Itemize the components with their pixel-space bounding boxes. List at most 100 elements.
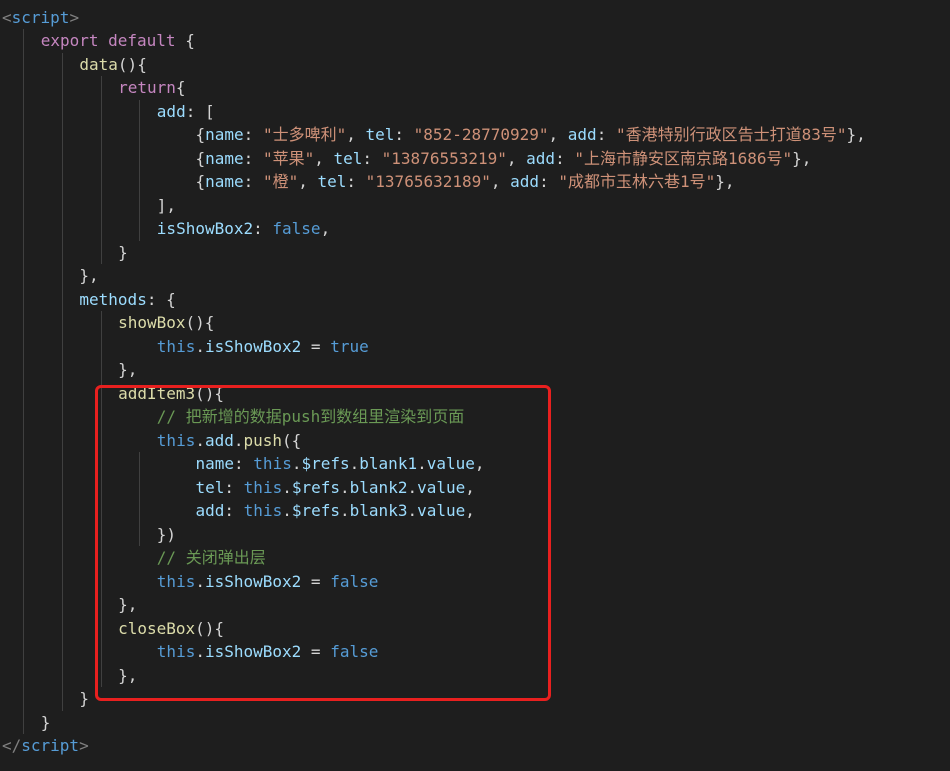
code-token: :: [346, 172, 366, 191]
code-token: }: [40, 712, 51, 732]
code-token: {: [175, 78, 186, 97]
code-token: : {: [146, 289, 176, 309]
highlight-box: [95, 385, 551, 701]
code-line: {name: "苹果", tel: "13876553219", add: "上…: [196, 147, 812, 171]
code-token: ,: [298, 172, 318, 191]
code-token: : [: [185, 101, 215, 121]
code-token: tel: [317, 172, 347, 191]
code-line: }: [79, 687, 89, 711]
code-token: ,: [506, 148, 527, 168]
code-token: script: [11, 7, 70, 27]
code-token: :: [243, 148, 263, 168]
code-token: =: [301, 336, 331, 356]
code-token: "上海市静安区南京路1686号": [574, 148, 793, 168]
code-line: }: [118, 241, 128, 265]
code-token: },: [846, 125, 866, 144]
code-token: :: [362, 148, 382, 168]
code-token: },: [79, 266, 99, 285]
code-token: :: [243, 172, 263, 191]
code-line: methods: {: [79, 288, 175, 312]
code-token: isShowBox2: [204, 336, 302, 356]
code-token: {: [195, 172, 206, 191]
code-token: ],: [156, 195, 177, 215]
code-token: name: [205, 172, 244, 191]
code-line: isShowBox2: false,: [157, 217, 330, 241]
code-token: },: [715, 172, 735, 191]
code-token: "13765632189": [365, 172, 491, 191]
code-line: export default {: [41, 29, 195, 53]
code-token: }: [79, 689, 90, 708]
code-token: this: [156, 336, 196, 356]
code-line: {name: "士多啤利", tel: "852-28770929", add:…: [196, 123, 866, 147]
code-token: {: [195, 148, 206, 168]
code-line: add: [: [157, 100, 215, 124]
code-token: :: [394, 125, 414, 144]
code-line: ],: [157, 194, 176, 218]
indent-guide: [100, 76, 102, 264]
code-token: "橙": [262, 172, 299, 191]
code-line: },: [118, 358, 137, 382]
code-line: this.isShowBox2 = true: [157, 335, 369, 359]
code-line: </script>: [2, 734, 89, 758]
code-token: tel: [333, 148, 363, 168]
indent-guide: [62, 52, 64, 711]
code-token: >: [69, 7, 80, 27]
code-editor[interactable]: <script> export default {data(){return{ad…: [0, 0, 950, 771]
code-line: {name: "橙", tel: "13765632189", add: "成都…: [196, 170, 735, 194]
code-token: >: [79, 736, 89, 755]
code-token: default: [108, 31, 176, 50]
code-token: ,: [314, 148, 334, 168]
code-token: methods: [79, 289, 147, 309]
code-token: <: [2, 7, 12, 27]
indent-guide: [139, 99, 141, 241]
code-token: add: [526, 148, 556, 168]
code-token: (){: [117, 54, 147, 74]
code-token: name: [205, 148, 244, 168]
code-token: :: [243, 125, 263, 144]
code-token: add: [510, 172, 540, 191]
code-token: </: [2, 736, 22, 755]
code-token: ,: [346, 125, 366, 144]
indent-guide: [23, 29, 25, 734]
code-token: :: [596, 125, 616, 144]
code-token: :: [539, 172, 559, 191]
code-token: name: [205, 125, 244, 144]
code-token: {: [195, 125, 206, 144]
code-token: }: [118, 242, 128, 262]
code-token: script: [21, 736, 80, 755]
code-token: ,: [320, 219, 331, 238]
code-line: return{: [118, 76, 185, 100]
code-token: add: [567, 125, 597, 144]
code-line: data(){: [79, 53, 146, 77]
code-token: "香港特别行政区告士打道83号": [615, 125, 847, 144]
code-token: :: [253, 219, 273, 238]
code-line: },: [79, 264, 98, 288]
code-token: showBox: [118, 313, 186, 332]
code-token: .: [195, 336, 205, 356]
code-token: "成都市玉林六巷1号": [558, 172, 716, 191]
indent-guide: [100, 311, 102, 382]
code-token: },: [792, 148, 812, 168]
code-token: (){: [185, 313, 215, 332]
code-token: data: [79, 54, 118, 74]
code-token: export: [40, 31, 99, 50]
code-token: "士多啤利": [262, 125, 347, 144]
code-token: isShowBox2: [156, 219, 254, 238]
code-line: <script>: [2, 6, 79, 30]
code-token: true: [330, 336, 369, 356]
code-token: },: [118, 360, 138, 379]
code-token: "苹果": [262, 148, 315, 168]
code-token: :: [555, 148, 575, 168]
code-token: "13876553219": [381, 148, 507, 168]
code-token: ,: [548, 125, 568, 144]
code-token: false: [272, 219, 321, 238]
code-token: tel: [365, 125, 395, 144]
code-token: {: [175, 31, 195, 50]
code-line: showBox(){: [118, 311, 214, 335]
code-token: "852-28770929": [413, 125, 549, 144]
code-token: ,: [490, 172, 511, 191]
code-line: }: [41, 711, 51, 735]
code-token: return: [118, 78, 176, 97]
code-token: add: [156, 101, 186, 121]
